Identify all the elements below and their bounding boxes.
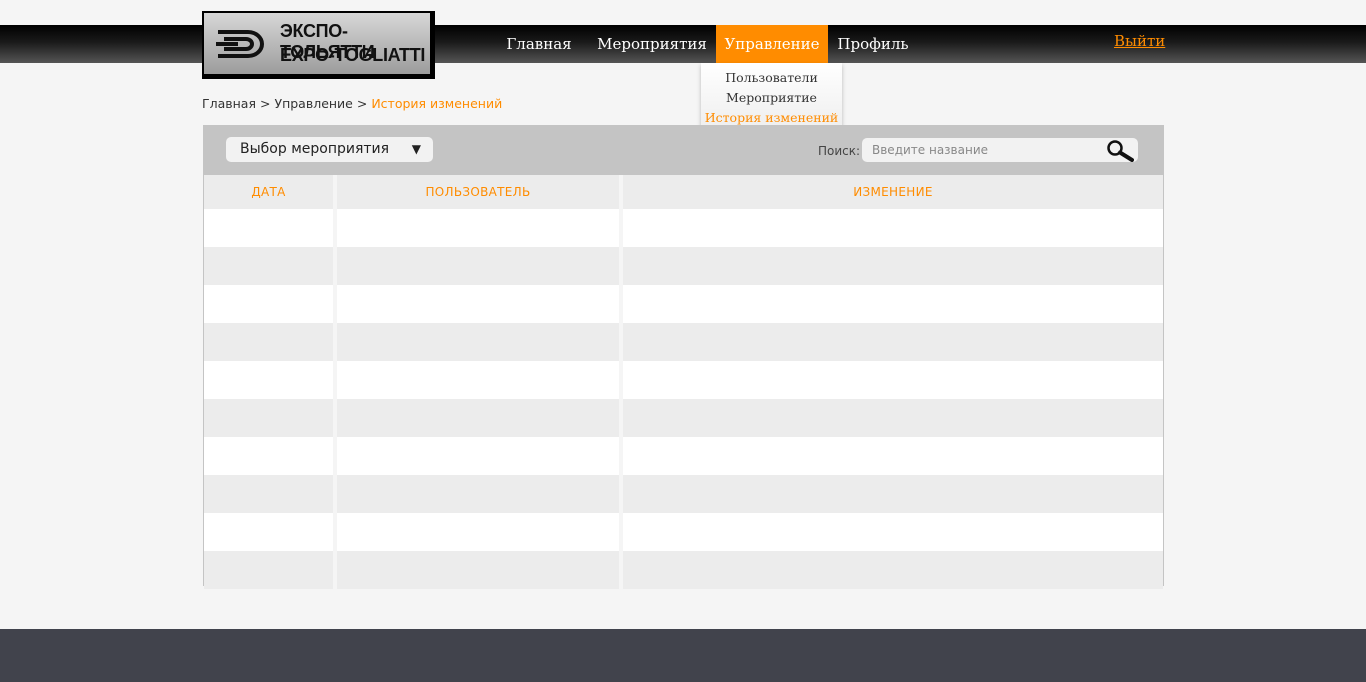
- table-cell: [204, 323, 335, 361]
- table-row: [204, 513, 1163, 551]
- table-cell: [333, 399, 621, 437]
- column-header-date[interactable]: ДАТА: [204, 175, 335, 209]
- dropdown-item-users[interactable]: Пользователи: [701, 68, 842, 88]
- logo-text-en: EXPO-TOGLIATTI: [280, 45, 426, 65]
- table-cell: [333, 437, 621, 475]
- table-row: [204, 323, 1163, 361]
- table-cell: [204, 437, 335, 475]
- history-table: ДАТА ПОЛЬЗОВАТЕЛЬ ИЗМЕНЕНИЕ: [204, 175, 1163, 589]
- table-header-row: ДАТА ПОЛЬЗОВАТЕЛЬ ИЗМЕНЕНИЕ: [204, 175, 1163, 209]
- table-cell: [619, 247, 1163, 285]
- dropdown-item-event[interactable]: Мероприятие: [701, 88, 842, 108]
- column-header-change[interactable]: ИЗМЕНЕНИЕ: [619, 175, 1163, 209]
- search-input[interactable]: [862, 138, 1138, 162]
- logo-mark-icon: [216, 30, 264, 58]
- table-cell: [204, 247, 335, 285]
- breadcrumb-separator: >: [259, 96, 271, 111]
- table-cell: [333, 247, 621, 285]
- footer: [0, 629, 1366, 682]
- table-cell: [204, 399, 335, 437]
- logo[interactable]: ЭКСПО-ТОЛЬЯТТИ EXPO-TOGLIATTI: [202, 11, 435, 79]
- breadcrumb-home[interactable]: Главная: [202, 96, 256, 111]
- table-cell: [619, 361, 1163, 399]
- nav-item-events[interactable]: Мероприятия: [596, 25, 708, 63]
- table-cell: [619, 323, 1163, 361]
- breadcrumb-current: История изменений: [371, 96, 503, 111]
- table-cell: [204, 513, 335, 551]
- logout-link[interactable]: Выйти: [1114, 32, 1165, 50]
- table-cell: [619, 437, 1163, 475]
- table-row: [204, 437, 1163, 475]
- table-cell: [204, 209, 335, 247]
- history-panel: Выбор мероприятия ▼ Поиск: ДАТА ПОЛЬЗОВА…: [203, 125, 1164, 589]
- table-row: [204, 209, 1163, 247]
- table-cell: [333, 323, 621, 361]
- table-cell: [333, 209, 621, 247]
- nav-item-management[interactable]: Управление: [716, 25, 828, 63]
- table-cell: [333, 475, 621, 513]
- table-row: [204, 247, 1163, 285]
- search-icon[interactable]: [1106, 140, 1134, 162]
- table-cell: [619, 513, 1163, 551]
- logo-plate: ЭКСПО-ТОЛЬЯТТИ EXPO-TOGLIATTI: [204, 13, 430, 74]
- chevron-down-icon: ▼: [411, 142, 421, 156]
- breadcrumb: Главная > Управление > История изменений: [202, 96, 502, 111]
- table-cell: [204, 285, 335, 323]
- table-cell: [204, 551, 335, 589]
- column-header-user[interactable]: ПОЛЬЗОВАТЕЛЬ: [333, 175, 621, 209]
- table-cell: [619, 551, 1163, 589]
- nav-item-profile[interactable]: Профиль: [832, 25, 914, 63]
- nav-item-home[interactable]: Главная: [496, 25, 582, 63]
- table-cell: [333, 361, 621, 399]
- table-row: [204, 399, 1163, 437]
- table-cell: [204, 475, 335, 513]
- breadcrumb-separator: >: [356, 96, 368, 111]
- table-cell: [619, 209, 1163, 247]
- table-cell: [619, 285, 1163, 323]
- search-label: Поиск:: [818, 144, 861, 158]
- table-cell: [333, 513, 621, 551]
- event-select[interactable]: Выбор мероприятия ▼: [226, 137, 433, 162]
- table-row: [204, 361, 1163, 399]
- table-row: [204, 475, 1163, 513]
- table-row: [204, 285, 1163, 323]
- table-cell: [619, 399, 1163, 437]
- event-select-label: Выбор мероприятия: [240, 141, 390, 157]
- management-dropdown: Пользователи Мероприятие История изменен…: [701, 63, 842, 131]
- table-row: [204, 551, 1163, 589]
- table-cell: [619, 475, 1163, 513]
- table-cell: [333, 285, 621, 323]
- table-cell: [204, 361, 335, 399]
- table-cell: [333, 551, 621, 589]
- breadcrumb-management[interactable]: Управление: [274, 96, 352, 111]
